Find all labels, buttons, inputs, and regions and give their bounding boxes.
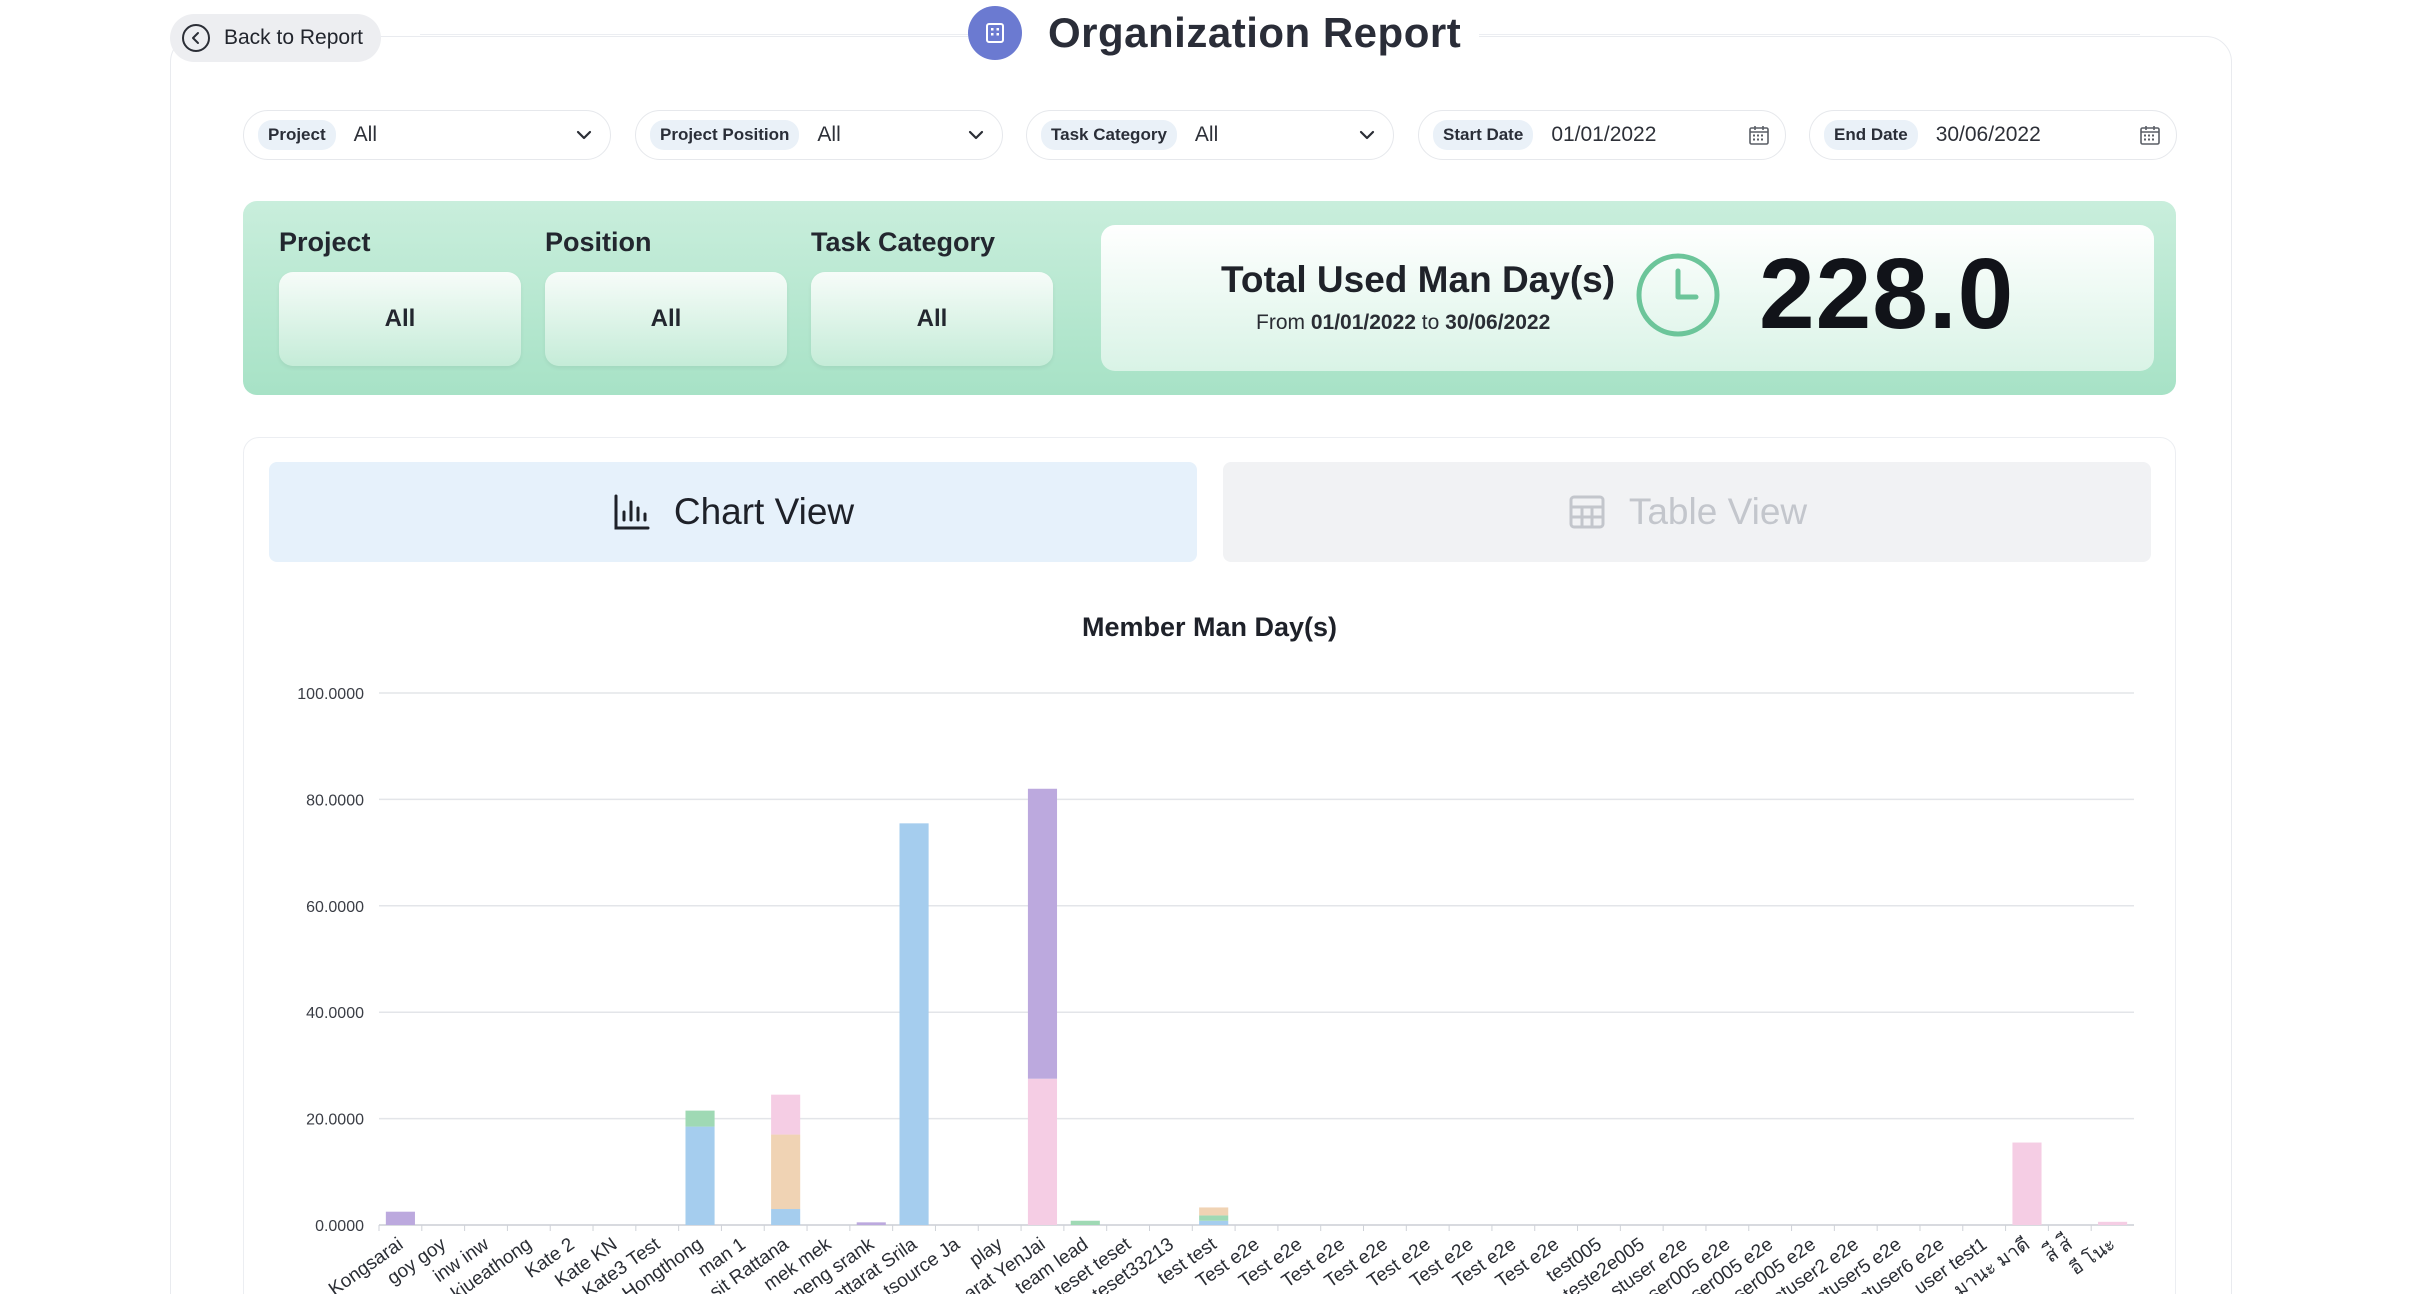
project-position-filter[interactable]: Project Position All: [635, 110, 1003, 160]
filter-label: End Date: [1824, 120, 1918, 150]
page-header: Organization Report: [968, 4, 1480, 62]
y-tick-label: 0.0000: [315, 1218, 364, 1235]
filter-value: All: [353, 123, 377, 146]
filter-value: All: [1194, 123, 1219, 146]
x-tick-label: อี โนะ: [2065, 1232, 2119, 1280]
y-tick-label: 100.0000: [297, 686, 364, 703]
total-man-days-card: Total Used Man Day(s) From 01/01/2022 to…: [1101, 225, 2154, 371]
total-man-days-value: 228.0: [1759, 238, 2015, 350]
y-tick-label: 80.0000: [306, 792, 364, 809]
chevron-down-icon: [576, 130, 592, 140]
bar-segment: [1027, 788, 1058, 1079]
bar-segment: [685, 1110, 715, 1127]
bar-segment: [771, 1209, 801, 1225]
back-to-report-button[interactable]: Back to Report: [170, 14, 381, 62]
filter-label: Task Category: [1041, 120, 1177, 150]
calendar-icon[interactable]: [1747, 123, 1771, 147]
bar-segment: [1070, 1220, 1100, 1225]
date-range-text: From 01/01/2022 to 30/06/2022: [1256, 311, 1550, 335]
bar-segment: [1199, 1215, 1229, 1221]
bar-segment: [771, 1094, 801, 1135]
page-title: Organization Report: [1048, 9, 1462, 56]
filter-value: 30/06/2022: [1935, 123, 2041, 146]
bar-segment: [899, 823, 929, 1225]
building-icon: [968, 6, 1022, 60]
to-date: 30/06/2022: [1445, 311, 1551, 334]
total-title: Total Used Man Day(s): [1221, 259, 1616, 300]
filter-label: Project Position: [650, 120, 800, 150]
bar-segment: [1027, 1078, 1058, 1225]
bar-segment: [385, 1211, 415, 1225]
y-tick-label: 60.0000: [306, 899, 364, 916]
view-card: Chart View Table View Member Man Day(s) …: [243, 437, 2176, 1294]
bar-segment: [2098, 1221, 2128, 1225]
y-tick-label: 40.0000: [306, 1005, 364, 1022]
project-filter[interactable]: Project All: [243, 110, 611, 160]
filter-label: Project: [258, 120, 336, 150]
bar-segment: [1199, 1207, 1229, 1216]
back-arrow-icon: [182, 24, 210, 52]
summary-category-label: Task Category: [811, 227, 996, 257]
summary-position-label: Position: [545, 227, 652, 257]
summary-position-value: All: [545, 272, 787, 366]
summary-category-value: All: [811, 272, 1053, 366]
summary-task-category: Task Category All: [811, 227, 1053, 366]
back-label: Back to Report: [224, 26, 363, 49]
bar-segment: [856, 1222, 886, 1225]
bar-segment: [1199, 1220, 1229, 1225]
task-category-filter[interactable]: Task Category All: [1026, 110, 1394, 160]
summary-panel: Project All Position All Task Category A…: [243, 201, 2176, 395]
member-man-days-chart: 100.0000 80.0000 60.0000 40.0000 20.0000 0.00…: [297, 686, 2134, 1294]
summary-project: Project All: [279, 227, 521, 366]
bar-segment: [2012, 1142, 2042, 1225]
chevron-down-icon: [1359, 130, 1375, 140]
y-tick-label: 20.0000: [306, 1112, 364, 1129]
end-date-filter[interactable]: End Date 30/06/2022: [1809, 110, 2177, 160]
filter-value: All: [817, 123, 841, 146]
summary-position: Position All: [545, 227, 787, 366]
bar-segment: [685, 1126, 715, 1225]
calendar-icon[interactable]: [2138, 123, 2162, 147]
summary-project-value: All: [279, 272, 521, 366]
filter-value: 01/01/2022: [1551, 123, 1657, 146]
clock-icon: [1636, 253, 1720, 337]
bar-segment: [771, 1134, 801, 1210]
summary-project-label: Project: [279, 227, 371, 257]
to-label: to: [1421, 311, 1440, 334]
from-date: 01/01/2022: [1310, 311, 1416, 334]
from-label: From: [1256, 311, 1305, 334]
start-date-filter[interactable]: Start Date 01/01/2022: [1418, 110, 1786, 160]
filter-label: Start Date: [1433, 120, 1534, 150]
chevron-down-icon: [968, 130, 984, 140]
